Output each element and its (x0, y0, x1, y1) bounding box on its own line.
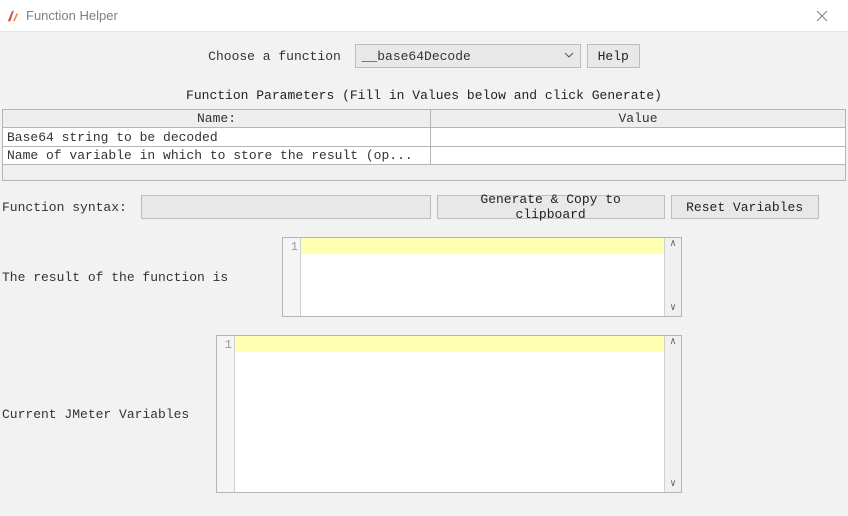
syntax-field[interactable] (141, 195, 431, 219)
parameters-table: Name: Value Base64 string to be decoded … (2, 109, 846, 181)
choose-function-row: Choose a function __base64Decode Help (0, 44, 848, 68)
scroll-down-icon[interactable]: ∨ (670, 478, 676, 492)
choose-function-label: Choose a function (208, 49, 348, 64)
table-row: Base64 string to be decoded (3, 128, 845, 146)
variables-gutter: 1 (217, 336, 235, 492)
result-label: The result of the function is (0, 270, 278, 285)
variables-scrollbar[interactable]: ∧ ∨ (664, 336, 681, 492)
help-button[interactable]: Help (587, 44, 640, 68)
scroll-down-icon[interactable]: ∨ (670, 302, 676, 316)
col-header-value: Value (431, 110, 845, 128)
table-row: Name of variable in which to store the r… (3, 146, 845, 164)
result-row: The result of the function is 1 ∧ ∨ (0, 237, 848, 317)
result-scrollbar[interactable]: ∧ ∨ (664, 238, 681, 316)
param-value-cell[interactable] (431, 147, 845, 164)
param-value-cell[interactable] (431, 128, 845, 146)
variables-content[interactable] (235, 336, 664, 492)
app-icon (6, 9, 20, 23)
syntax-label: Function syntax: (2, 200, 135, 215)
window-title: Function Helper (26, 8, 804, 23)
variables-row: Current JMeter Variables 1 ∧ ∨ (0, 335, 848, 493)
reset-variables-button[interactable]: Reset Variables (671, 195, 819, 219)
col-header-name: Name: (3, 110, 431, 128)
function-combobox-text: __base64Decode (362, 49, 560, 64)
window-titlebar: Function Helper (0, 0, 848, 32)
chevron-down-icon (564, 51, 574, 62)
variables-label: Current JMeter Variables (0, 407, 212, 422)
result-highlight-line (301, 238, 664, 254)
close-icon (816, 10, 828, 22)
table-body: Base64 string to be decoded Name of vari… (3, 128, 845, 164)
result-textarea[interactable]: 1 ∧ ∨ (282, 237, 682, 317)
table-header: Name: Value (3, 110, 845, 128)
scroll-up-icon[interactable]: ∧ (670, 238, 676, 252)
variables-textarea[interactable]: 1 ∧ ∨ (216, 335, 682, 493)
window-close-button[interactable] (804, 2, 840, 30)
result-content[interactable] (301, 238, 664, 316)
variables-highlight-line (235, 336, 664, 352)
table-blank-area (3, 164, 845, 180)
function-combobox[interactable]: __base64Decode (355, 44, 581, 68)
param-name-cell: Base64 string to be decoded (3, 128, 431, 146)
generate-button[interactable]: Generate & Copy to clipboard (437, 195, 665, 219)
scroll-up-icon[interactable]: ∧ (670, 336, 676, 350)
result-gutter: 1 (283, 238, 301, 316)
client-area: Choose a function __base64Decode Help Fu… (0, 32, 848, 493)
parameters-heading: Function Parameters (Fill in Values belo… (0, 88, 848, 103)
param-name-cell: Name of variable in which to store the r… (3, 147, 431, 164)
syntax-row: Function syntax: Generate & Copy to clip… (0, 181, 848, 219)
